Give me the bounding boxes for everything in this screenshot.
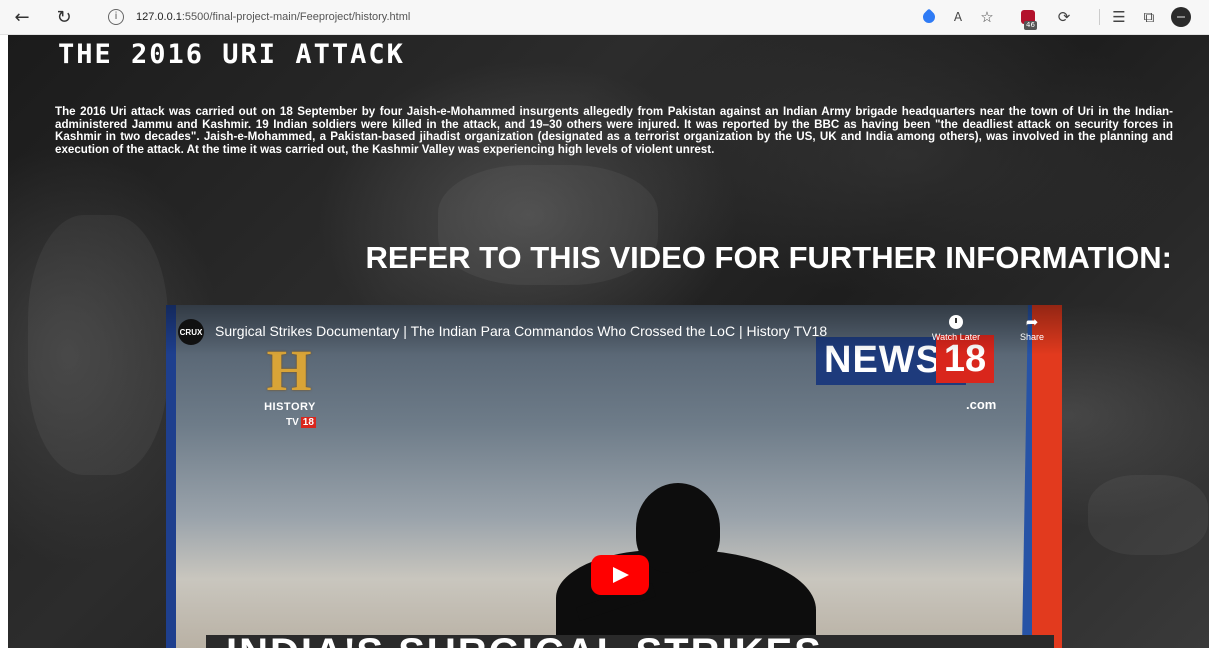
tag-icon — [920, 8, 938, 26]
extension-icon: 46 — [1021, 10, 1037, 30]
page-content: THE 2016 URI ATTACK The 2016 Uri attack … — [8, 35, 1209, 648]
background-decoration — [1088, 475, 1208, 555]
background-decoration — [28, 215, 168, 475]
tag-button[interactable] — [918, 6, 940, 28]
article-paragraph: The 2016 Uri attack was carried out on 1… — [55, 105, 1173, 156]
read-aloud-button[interactable]: A — [947, 6, 969, 28]
thumbnail-stripe-right-red — [1032, 305, 1062, 648]
thumbnail-stripe-right-blue — [1022, 305, 1032, 648]
history-tv-number: 18 — [300, 417, 316, 428]
title-card-text: INDIA'S SURGICAL STRIKES — [226, 633, 823, 648]
history-tv18-logo: H HISTORY TV 18 — [250, 341, 330, 436]
sync-button[interactable]: ⟳ — [1053, 6, 1075, 28]
play-button[interactable] — [591, 555, 649, 595]
clock-icon — [949, 315, 963, 329]
page-title: THE 2016 URI ATTACK — [58, 39, 405, 70]
watch-later-label: Watch Later — [931, 332, 981, 342]
favorites-list-button[interactable]: ☰ — [1108, 6, 1130, 28]
info-icon[interactable]: i — [108, 9, 124, 25]
toolbar-divider — [1099, 9, 1100, 25]
history-logo-text: HISTORY — [264, 401, 316, 413]
refresh-button[interactable]: ↻ — [52, 5, 76, 29]
video-section-heading: REFER TO THIS VIDEO FOR FURTHER INFORMAT… — [365, 240, 1172, 275]
channel-avatar-label: CRUX — [179, 327, 203, 337]
video-title[interactable]: Surgical Strikes Documentary | The India… — [215, 323, 827, 339]
sync-icon: ⟳ — [1057, 8, 1071, 26]
address-bar[interactable]: i 127.0.0.1:5500/final-project-main/Feep… — [90, 4, 890, 30]
favorites-list-icon: ☰ — [1112, 8, 1126, 26]
watch-later-button[interactable]: Watch Later — [926, 315, 986, 342]
browser-toolbar: ← ↻ i 127.0.0.1:5500/final-project-main/… — [0, 0, 1209, 35]
thumbnail-stripe-left — [166, 305, 176, 648]
url-text[interactable]: 127.0.0.1:5500/final-project-main/Feepro… — [136, 11, 410, 23]
refresh-icon: ↻ — [56, 6, 72, 28]
news18-domain: .com — [966, 397, 997, 412]
collections-button[interactable]: ⧉ — [1138, 6, 1160, 28]
extension-button[interactable]: 46 — [1017, 6, 1039, 30]
video-player[interactable]: H HISTORY TV 18 NEWS 18 .com CRUX Surgica… — [166, 305, 1062, 648]
extension-badge: 46 — [1024, 21, 1037, 30]
share-label: Share — [1019, 332, 1045, 342]
favorite-button[interactable]: ☆ — [976, 6, 998, 28]
profile-button[interactable] — [1170, 6, 1192, 28]
collections-icon: ⧉ — [1143, 8, 1155, 26]
url-host: 127.0.0.1 — [136, 11, 182, 23]
channel-avatar[interactable]: CRUX — [178, 319, 204, 345]
share-arrow-icon: ➦ — [1025, 313, 1039, 331]
history-logo-sub: TV 18 — [286, 417, 316, 428]
profile-avatar — [1171, 7, 1191, 27]
back-button[interactable]: ← — [10, 5, 34, 29]
url-path: :5500/final-project-main/Feeproject/hist… — [181, 11, 411, 23]
read-aloud-icon: A — [953, 10, 963, 24]
arrow-left-icon: ← — [14, 6, 30, 28]
soldier-silhouette-head — [636, 483, 720, 573]
history-tv-label: TV — [286, 417, 299, 428]
favorite-icon: ☆ — [980, 8, 994, 26]
share-button[interactable]: ➦ Share — [1012, 313, 1052, 343]
